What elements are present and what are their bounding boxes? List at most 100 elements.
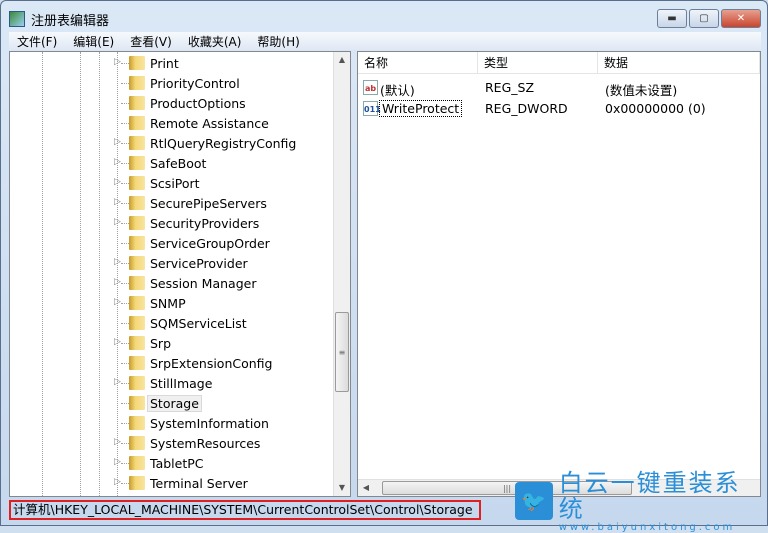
tree-item[interactable]: SrpExtensionConfig bbox=[10, 353, 340, 373]
tree-item[interactable]: ▷ ScsiPort bbox=[10, 173, 340, 193]
value-data: (数值未设置) bbox=[605, 83, 678, 98]
tree-item[interactable]: Storage bbox=[10, 393, 340, 413]
column-type[interactable]: 类型 bbox=[478, 52, 598, 74]
folder-icon bbox=[129, 96, 145, 110]
tree-item[interactable]: ▷ TabletPC bbox=[10, 453, 340, 473]
tree-item[interactable]: ▷ SafeBoot bbox=[10, 153, 340, 173]
folder-icon bbox=[129, 176, 145, 190]
menu-2[interactable]: 查看(V) bbox=[122, 33, 180, 50]
tree-item-label: SecurePipeServers bbox=[150, 196, 267, 211]
tree-item[interactable]: ▷ StillImage bbox=[10, 373, 340, 393]
tree-item-label: ServiceGroupOrder bbox=[150, 236, 270, 251]
expand-arrow-icon[interactable]: ▷ bbox=[114, 157, 121, 167]
expand-arrow-icon[interactable]: ▷ bbox=[114, 137, 121, 147]
expand-arrow-icon[interactable]: ▷ bbox=[114, 177, 121, 187]
menu-1[interactable]: 编辑(E) bbox=[65, 33, 122, 50]
watermark-url: www.baiyunxitong.com bbox=[558, 521, 736, 533]
value-name: (默认) bbox=[380, 83, 415, 98]
tree-item[interactable]: SQMServiceList bbox=[10, 313, 340, 333]
tree-item-label: ProductOptions bbox=[150, 96, 246, 111]
menu-4[interactable]: 帮助(H) bbox=[249, 33, 307, 50]
list-header: 名称 类型 数据 bbox=[358, 52, 760, 74]
close-button[interactable]: ✕ bbox=[721, 9, 761, 28]
list-row[interactable]: 011 WriteProtect REG_DWORD 0x00000000 (0) bbox=[358, 99, 760, 119]
menu-3[interactable]: 收藏夹(A) bbox=[180, 33, 250, 50]
tree-item[interactable]: SystemInformation bbox=[10, 413, 340, 433]
tree-item[interactable]: Remote Assistance bbox=[10, 113, 340, 133]
tree-item[interactable]: ▷ Print bbox=[10, 53, 340, 73]
tree-item-label: Print bbox=[150, 56, 179, 71]
tree-item[interactable]: ▷ RtlQueryRegistryConfig bbox=[10, 133, 340, 153]
string-value-icon: ab bbox=[363, 80, 378, 95]
tree-item[interactable]: ▷ ServiceProvider bbox=[10, 253, 340, 273]
tree-item[interactable]: ▷ SecurePipeServers bbox=[10, 193, 340, 213]
scroll-thumb[interactable]: ≡ bbox=[335, 312, 349, 392]
list-row[interactable]: ab (默认) REG_SZ (数值未设置) bbox=[358, 78, 760, 98]
folder-icon bbox=[129, 296, 145, 310]
tree-item[interactable]: ▷ SecurityProviders bbox=[10, 213, 340, 233]
scroll-down-button[interactable]: ▼ bbox=[334, 480, 350, 496]
binary-value-icon: 011 bbox=[363, 101, 381, 116]
tree-item[interactable]: ▷ SystemResources bbox=[10, 433, 340, 453]
expand-arrow-icon[interactable]: ▷ bbox=[114, 377, 121, 387]
tree-item[interactable]: ▷ Srp bbox=[10, 333, 340, 353]
window-title: 注册表编辑器 bbox=[31, 13, 110, 29]
tree-item-label: RtlQueryRegistryConfig bbox=[150, 136, 297, 151]
folder-icon bbox=[129, 156, 145, 170]
folder-icon bbox=[129, 376, 145, 390]
tree-item-label: TabletPC bbox=[150, 456, 204, 471]
expand-arrow-icon[interactable]: ▷ bbox=[114, 57, 121, 67]
tree-vertical-scrollbar[interactable]: ▲ ≡ ▼ bbox=[333, 52, 350, 496]
expand-arrow-icon[interactable]: ▷ bbox=[114, 257, 121, 267]
folder-icon bbox=[129, 76, 145, 90]
tree-item[interactable]: ServiceGroupOrder bbox=[10, 233, 340, 253]
expand-arrow-icon[interactable]: ▷ bbox=[114, 197, 121, 207]
tree-item[interactable]: ▷ Session Manager bbox=[10, 273, 340, 293]
folder-icon bbox=[129, 476, 145, 490]
title-bar: 注册表编辑器 bbox=[9, 9, 109, 29]
tree-item-label: SecurityProviders bbox=[150, 216, 260, 231]
registry-editor-window: 注册表编辑器 ▬ ▢ ✕ 文件(F) 编辑(E) 查看(V) 收藏夹(A) 帮助(H) … bbox=[0, 0, 768, 533]
maximize-button[interactable]: ▢ bbox=[689, 9, 719, 28]
expand-arrow-icon[interactable]: ▷ bbox=[114, 337, 121, 347]
folder-icon bbox=[129, 276, 145, 290]
watermark-logo: 🐦 白云一键重装系统 www.baiyunxitong.com bbox=[515, 470, 765, 533]
tree-item-label: SQMServiceList bbox=[150, 316, 247, 331]
tree-item-label: PriorityControl bbox=[150, 76, 240, 91]
column-data[interactable]: 数据 bbox=[598, 52, 760, 74]
expand-arrow-icon[interactable]: ▷ bbox=[114, 437, 121, 447]
tree-item[interactable]: PriorityControl bbox=[10, 73, 340, 93]
tree-item-label: SystemInformation bbox=[150, 416, 269, 431]
folder-icon bbox=[129, 136, 145, 150]
folder-icon bbox=[129, 256, 145, 270]
tree-item-label: SNMP bbox=[150, 296, 186, 311]
menu-0[interactable]: 文件(F) bbox=[9, 33, 65, 50]
scroll-up-button[interactable]: ▲ bbox=[334, 52, 350, 68]
folder-icon bbox=[129, 316, 145, 330]
tree-item-label: ScsiPort bbox=[150, 176, 200, 191]
tree-item[interactable]: ▷ SNMP bbox=[10, 293, 340, 313]
tree-item-label: Session Manager bbox=[150, 276, 257, 291]
tree-item-label: Remote Assistance bbox=[150, 116, 269, 131]
tree-item-label: ServiceProvider bbox=[150, 256, 248, 271]
folder-icon bbox=[129, 236, 145, 250]
tree-item-label: Srp bbox=[150, 336, 172, 351]
tree-item[interactable]: ProductOptions bbox=[10, 93, 340, 113]
expand-arrow-icon[interactable]: ▷ bbox=[114, 477, 121, 487]
value-name: WriteProtect bbox=[378, 100, 463, 117]
minimize-button[interactable]: ▬ bbox=[657, 9, 687, 28]
value-type: REG_DWORD bbox=[485, 101, 568, 116]
tree-item[interactable]: ▷ Terminal Server bbox=[10, 473, 340, 493]
expand-arrow-icon[interactable]: ▷ bbox=[114, 217, 121, 227]
folder-icon bbox=[129, 356, 145, 370]
tree-item-label: SafeBoot bbox=[150, 156, 207, 171]
expand-arrow-icon[interactable]: ▷ bbox=[114, 457, 121, 467]
expand-arrow-icon[interactable]: ▷ bbox=[114, 277, 121, 287]
value-list: 名称 类型 数据 ab (默认) REG_SZ (数值未设置) 011 WriteProt… bbox=[357, 51, 761, 497]
value-data: 0x00000000 (0) bbox=[605, 101, 706, 116]
scroll-left-button[interactable]: ◀ bbox=[358, 480, 374, 496]
column-name[interactable]: 名称 bbox=[358, 52, 478, 74]
expand-arrow-icon[interactable]: ▷ bbox=[114, 297, 121, 307]
menu-bar: 文件(F) 编辑(E) 查看(V) 收藏夹(A) 帮助(H) bbox=[9, 32, 761, 50]
folder-icon bbox=[129, 396, 145, 410]
